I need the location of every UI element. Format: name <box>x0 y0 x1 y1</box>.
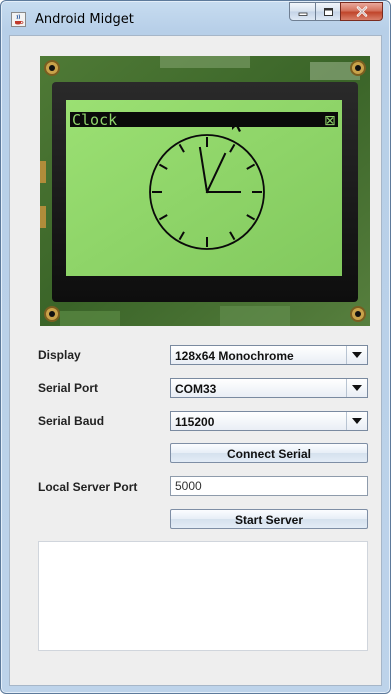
display-select[interactable]: 128x64 Monochrome <box>170 345 368 365</box>
serial-baud-select-value: 115200 <box>175 415 215 429</box>
connect-serial-button[interactable]: Connect Serial <box>170 443 368 463</box>
serial-port-select[interactable]: COM33 <box>170 378 368 398</box>
serial-baud-select[interactable]: 115200 <box>170 411 368 431</box>
display-chevron-down-icon <box>346 346 367 364</box>
serial-port-label: Serial Port <box>38 381 99 395</box>
close-button[interactable] <box>340 2 383 21</box>
minimize-button[interactable] <box>289 2 316 21</box>
display-label: Display <box>38 348 81 362</box>
serial-port-chevron-down-icon <box>346 379 367 397</box>
maximize-button[interactable] <box>315 2 341 21</box>
lcd-close-glyph: ⊠ <box>324 113 336 129</box>
lcd-header-text: Clock <box>72 111 117 129</box>
title-bar[interactable]: Android Midget <box>1 1 390 35</box>
local-server-port-label: Local Server Port <box>38 480 138 494</box>
serial-baud-chevron-down-icon <box>346 412 367 430</box>
serial-baud-label: Serial Baud <box>38 414 105 428</box>
local-server-port-input[interactable] <box>170 476 368 496</box>
lcd-preview-image: Clock ⊠ <box>40 56 370 326</box>
log-output-area[interactable] <box>38 541 368 651</box>
maximize-icon <box>323 7 333 16</box>
content-panel: Clock ⊠ Display 128x64 Monochrome Serial… <box>9 35 382 686</box>
display-select-value: 128x64 Monochrome <box>175 349 294 363</box>
serial-port-select-value: COM33 <box>175 382 217 396</box>
java-cup-icon <box>11 12 26 27</box>
start-server-button[interactable]: Start Server <box>170 509 368 529</box>
window-title: Android Midget <box>35 12 134 27</box>
minimize-icon <box>298 12 307 16</box>
app-window: Android Midget Clock ⊠ Display 128x64 Mo… <box>0 0 391 694</box>
close-icon <box>356 6 367 17</box>
